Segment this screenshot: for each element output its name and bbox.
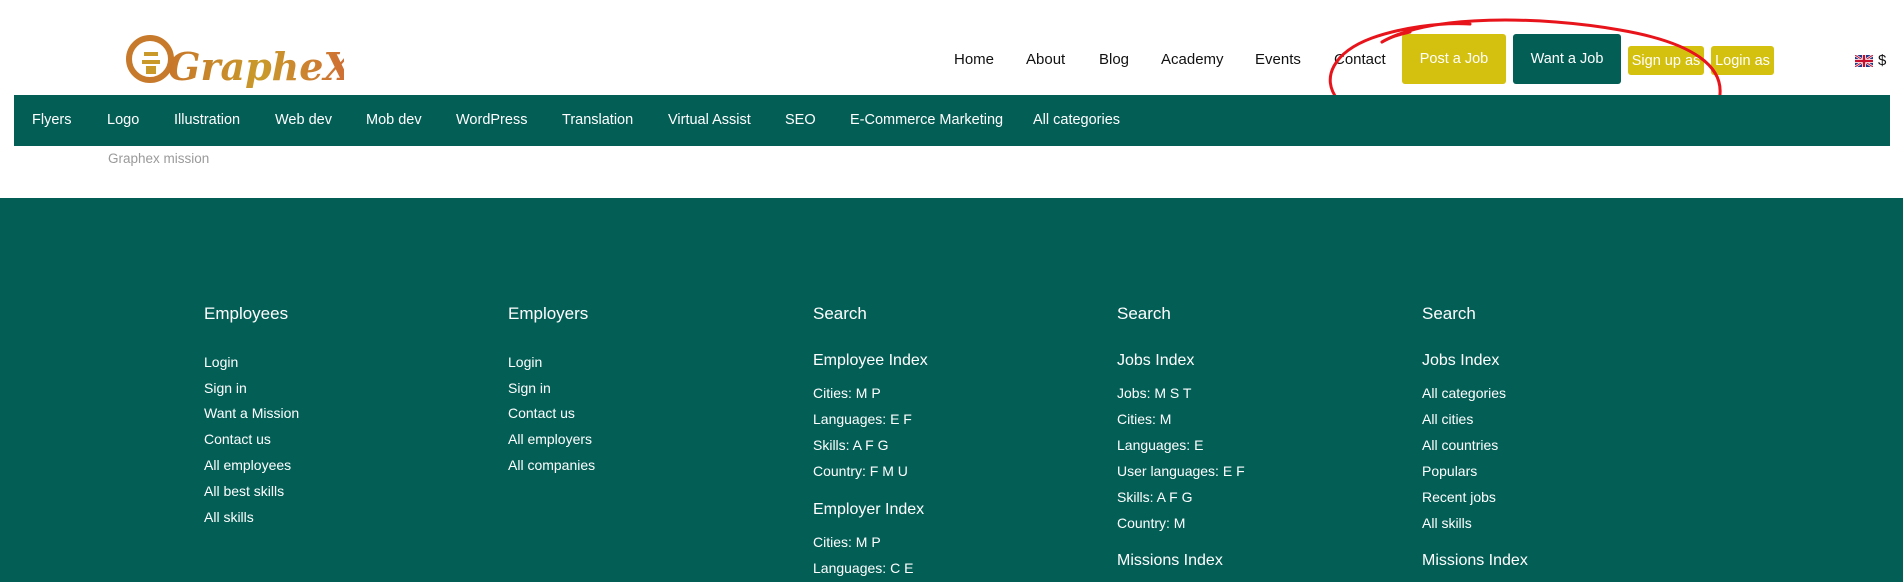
footer-link[interactable]: All employees xyxy=(204,457,291,473)
footer-link[interactable]: Jobs: M S T xyxy=(1117,385,1191,401)
footer-subheading-jobs-index: Jobs Index xyxy=(1117,352,1195,369)
nav-events[interactable]: Events xyxy=(1255,51,1301,68)
sign-up-button[interactable]: Sign up as xyxy=(1628,46,1704,75)
currency-selector[interactable]: $ xyxy=(1878,52,1886,69)
nav-contact[interactable]: Contact xyxy=(1334,51,1386,68)
footer-link[interactable]: Country: F M U xyxy=(813,463,908,479)
footer-link[interactable]: Cities: M xyxy=(1117,411,1171,427)
footer-link[interactable]: Languages: C E xyxy=(813,560,913,576)
footer-subheading-missions-index: Missions Index xyxy=(1117,552,1223,569)
footer-link[interactable]: Populars xyxy=(1422,463,1477,479)
footer-link[interactable]: All skills xyxy=(204,509,254,525)
footer-link[interactable]: Login xyxy=(508,354,542,370)
category-ecommerce-marketing[interactable]: E-Commerce Marketing xyxy=(850,112,1003,128)
category-translation[interactable]: Translation xyxy=(562,112,633,128)
footer-link[interactable]: Login xyxy=(204,354,238,370)
want-job-button[interactable]: Want a Job xyxy=(1513,34,1621,84)
footer-subheading-employee-index: Employee Index xyxy=(813,352,928,369)
category-web-dev[interactable]: Web dev xyxy=(275,112,332,128)
page: GrapheX Home About Blog Academy Events C… xyxy=(0,0,1903,582)
nav-home[interactable]: Home xyxy=(954,51,994,68)
footer-subheading-employer-index: Employer Index xyxy=(813,501,925,518)
logo-text: GrapheX xyxy=(168,44,344,89)
nav-blog[interactable]: Blog xyxy=(1099,51,1129,68)
footer-link[interactable]: Sign in xyxy=(508,380,551,396)
footer-link[interactable]: All employers xyxy=(508,431,592,447)
footer-heading-search: Search xyxy=(1117,304,1171,323)
footer-link[interactable]: Languages: E xyxy=(1117,437,1203,453)
footer-link[interactable]: Skills: A F G xyxy=(813,437,888,453)
category-bar: Flyers Logo Illustration Web dev Mob dev… xyxy=(14,95,1890,146)
breadcrumb[interactable]: Graphex mission xyxy=(108,151,209,166)
footer-link[interactable]: Country: M xyxy=(1117,515,1185,531)
nav-academy[interactable]: Academy xyxy=(1161,51,1224,68)
nav-about[interactable]: About xyxy=(1026,51,1065,68)
footer-link[interactable]: Recent jobs xyxy=(1422,489,1496,505)
category-illustration[interactable]: Illustration xyxy=(174,112,240,128)
footer-link[interactable]: Want a Mission xyxy=(204,405,299,421)
footer-heading-search: Search xyxy=(813,304,867,323)
graphex-logo[interactable]: GrapheX xyxy=(124,30,344,92)
footer-link[interactable]: All countries xyxy=(1422,437,1498,453)
footer-link[interactable]: All best skills xyxy=(204,483,284,499)
footer-heading-employers: Employers xyxy=(508,304,589,323)
category-logo[interactable]: Logo xyxy=(107,112,139,128)
footer-subheading-missions-index: Missions Index xyxy=(1422,552,1528,569)
footer-link[interactable]: Cities: M P xyxy=(813,534,881,550)
category-virtual-assist[interactable]: Virtual Assist xyxy=(668,112,751,128)
post-job-button[interactable]: Post a Job xyxy=(1402,34,1506,84)
footer-heading-employees: Employees xyxy=(204,304,289,323)
footer-link[interactable]: User languages: E F xyxy=(1117,463,1245,479)
footer-link[interactable]: Cities: M P xyxy=(813,385,881,401)
footer: Employees Login Sign in Want a Mission C… xyxy=(0,198,1903,582)
category-flyers[interactable]: Flyers xyxy=(32,112,71,128)
footer-link[interactable]: Contact us xyxy=(204,431,271,447)
footer-link[interactable]: All companies xyxy=(508,457,595,473)
footer-link[interactable]: Languages: E F xyxy=(813,411,912,427)
category-all-categories[interactable]: All categories xyxy=(1033,112,1120,128)
footer-link[interactable]: All skills xyxy=(1422,515,1472,531)
logo-graphic: GrapheX xyxy=(126,35,344,89)
category-wordpress[interactable]: WordPress xyxy=(456,112,527,128)
footer-link[interactable]: Contact us xyxy=(508,405,575,421)
category-seo[interactable]: SEO xyxy=(785,112,816,128)
footer-link[interactable]: Sign in xyxy=(204,380,247,396)
login-button[interactable]: Login as xyxy=(1711,46,1774,75)
footer-link[interactable]: All cities xyxy=(1422,411,1473,427)
footer-link[interactable]: All categories xyxy=(1422,385,1506,401)
header: GrapheX Home About Blog Academy Events C… xyxy=(0,0,1903,142)
footer-subheading-jobs-index: Jobs Index xyxy=(1422,352,1500,369)
footer-link[interactable]: Skills: A F G xyxy=(1117,489,1192,505)
category-mob-dev[interactable]: Mob dev xyxy=(366,112,422,128)
footer-heading-search: Search xyxy=(1422,304,1476,323)
uk-flag-icon[interactable] xyxy=(1855,55,1873,67)
